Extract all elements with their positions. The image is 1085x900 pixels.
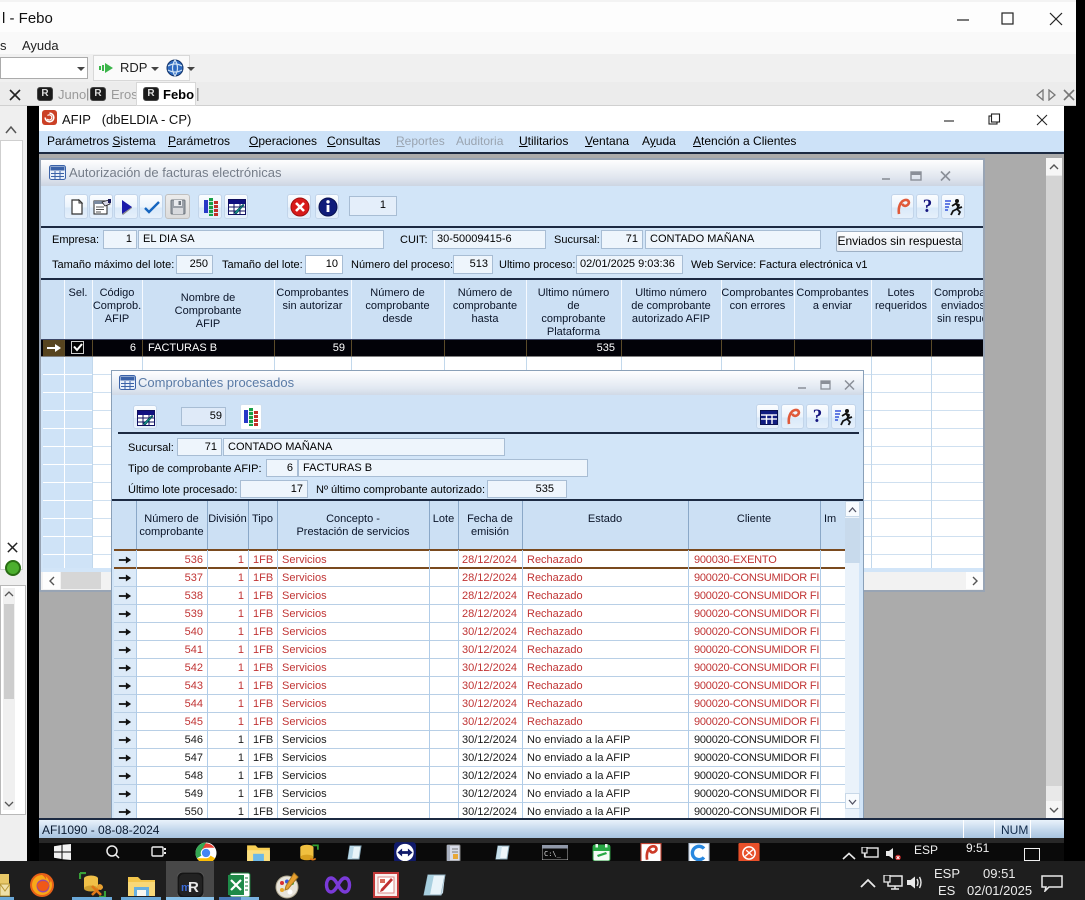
svg-text:R: R [188,879,199,896]
svg-text:C:\_: C:\_ [544,850,562,858]
